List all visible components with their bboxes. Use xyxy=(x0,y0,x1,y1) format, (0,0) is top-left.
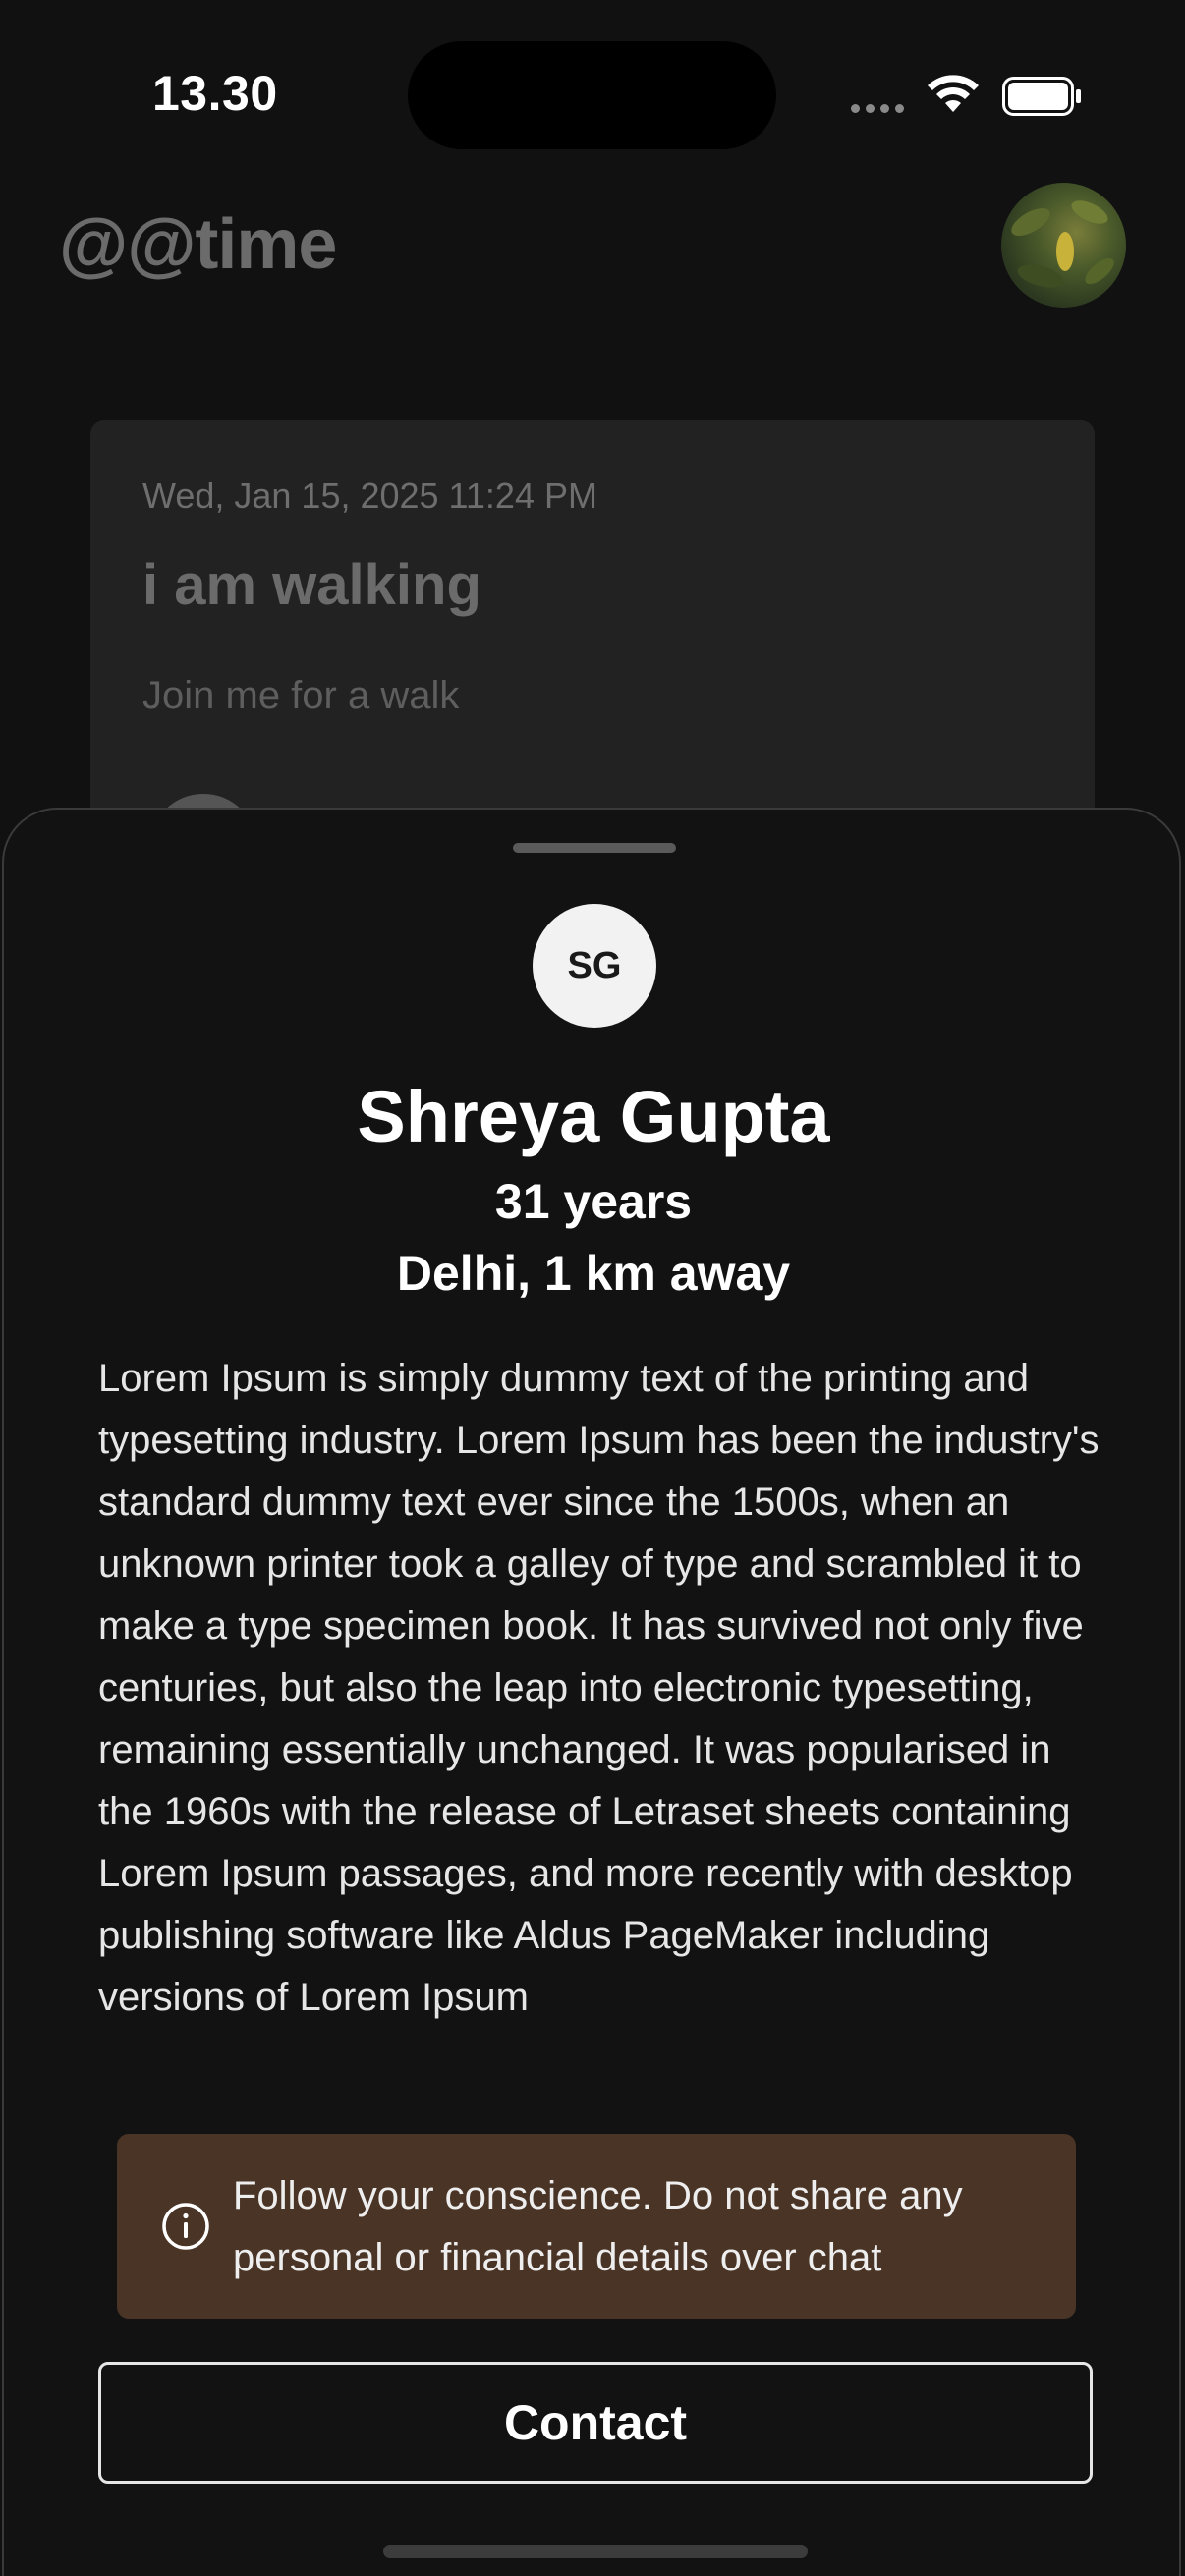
user-location: Delhi, 1 km away xyxy=(396,1246,791,1301)
user-bio: Lorem Ipsum is simply dummy text of the … xyxy=(98,1357,1100,2019)
info-icon xyxy=(162,2203,209,2250)
post-description: Join me for a walk xyxy=(142,674,460,717)
status-bar: 13.30 xyxy=(0,0,1185,187)
dynamic-island xyxy=(408,41,776,149)
post-date: Wed, Jan 15, 2025 11:24 PM xyxy=(142,476,597,516)
profile-photo-icon xyxy=(1011,200,1114,288)
sheet-drag-handle[interactable] xyxy=(513,843,676,853)
profile-bottom-sheet: SG Shreya Gupta 31 years Delhi, 1 km awa… xyxy=(2,808,1181,2576)
home-indicator[interactable] xyxy=(383,2545,808,2558)
wifi-icon xyxy=(928,75,979,112)
warning-text: Follow your conscience. Do not share any… xyxy=(233,2174,963,2279)
profile-photo-button[interactable] xyxy=(1001,183,1126,308)
user-avatar: SG xyxy=(533,904,656,1028)
status-time: 13.30 xyxy=(152,66,278,121)
battery-icon xyxy=(1002,77,1081,116)
contact-button[interactable]: Contact xyxy=(98,2362,1093,2484)
user-age: 31 years xyxy=(494,1174,693,1229)
safety-warning: Follow your conscience. Do not share any… xyxy=(117,2134,1076,2319)
post-title: i am walking xyxy=(142,553,481,617)
app-header: @@time xyxy=(0,183,1185,324)
cellular-signal-icon xyxy=(851,104,904,113)
user-name: Shreya Gupta xyxy=(357,1076,830,1157)
app-title: @@time xyxy=(59,205,337,284)
